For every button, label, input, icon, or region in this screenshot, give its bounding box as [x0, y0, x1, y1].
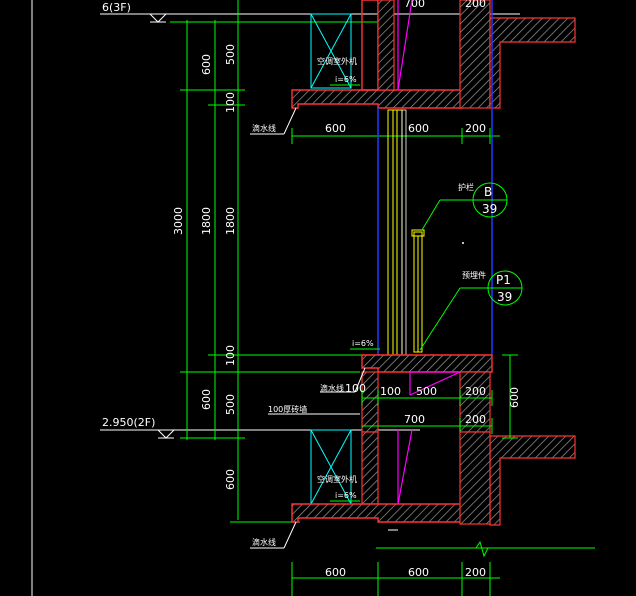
dim-mid-100: 100 — [380, 385, 401, 398]
dim-mid-200a: 200 — [465, 385, 486, 398]
level-label-lower: 2.950(2F) — [102, 416, 155, 429]
dim-mid-700: 700 — [404, 413, 425, 426]
ac-label-upper: 空调室外机 — [317, 56, 357, 66]
drip-label-lower: 滴水线 — [252, 537, 276, 547]
slope-label-lower: i=6% — [335, 491, 357, 500]
left-dimension-texts: 3000 600 1800 600 500 100 1800 100 500 6… — [172, 44, 237, 490]
dim-col2-500: 500 — [224, 44, 237, 65]
embedded-label: 预埋件 — [462, 270, 486, 280]
dim-col2-100: 100 — [224, 92, 237, 113]
dim-col1-top: 600 — [200, 54, 213, 75]
drip-line-upper: 滴水线 — [250, 107, 297, 135]
dim-final-600a: 600 — [325, 566, 346, 579]
dim-col2-100b: 100 — [224, 345, 237, 366]
callout-p1: P1 39 预埋件 — [419, 270, 523, 351]
wall-label: 100厚砖墙 — [268, 404, 307, 414]
dim-top-200: 200 — [465, 0, 486, 10]
drip-line-lower: 滴水线 — [250, 521, 297, 549]
dim-col3-600: 600 — [224, 469, 237, 490]
dim-mid-200b: 200 — [465, 413, 486, 426]
slope-label-mid: i=6% — [352, 339, 374, 348]
callout-p1-top: P1 — [496, 273, 511, 287]
dim-top-700: 700 — [404, 0, 425, 10]
callout-b-top: B — [484, 185, 492, 199]
dim-final-200: 200 — [465, 566, 486, 579]
callout-p1-bottom: 39 — [497, 290, 512, 304]
dim-total: 3000 — [172, 207, 185, 235]
dim-final-600b: 600 — [408, 566, 429, 579]
drawing-svg: 6(3F) 2.950(2F) 3000 600 1800 600 500 10… — [31, 0, 595, 596]
cad-drawing-canvas: 6(3F) 2.950(2F) 3000 600 1800 600 500 10… — [0, 0, 636, 596]
dim-col1-mid: 1800 — [200, 207, 213, 235]
dim-col2-500b: 500 — [224, 394, 237, 415]
dim-mid-500: 500 — [416, 385, 437, 398]
drip-label-mid: 滴水线 — [320, 383, 344, 393]
slope-label-upper: i=6% — [335, 75, 357, 84]
railing — [411, 229, 425, 353]
dim-right-600: 600 — [508, 387, 521, 408]
dim-upper-200: 200 — [465, 122, 486, 135]
callout-b: B 39 护栏 — [421, 182, 508, 231]
dim-mid-100-label: 100 — [345, 382, 366, 395]
dim-upper-600b: 600 — [408, 122, 429, 135]
level-marker-upper: 6(3F) — [100, 1, 520, 23]
upper-slab — [291, 0, 576, 109]
level-label-upper: 6(3F) — [102, 1, 131, 14]
railing-label: 护栏 — [458, 182, 474, 192]
callout-b-bottom: 39 — [482, 202, 497, 216]
dim-upper-600a: 600 — [325, 122, 346, 135]
dim-col2-1800: 1800 — [224, 207, 237, 235]
ac-label-lower: 空调室外机 — [317, 474, 357, 484]
drip-label-upper: 滴水线 — [252, 123, 276, 133]
dim-col1-bot: 600 — [200, 389, 213, 410]
